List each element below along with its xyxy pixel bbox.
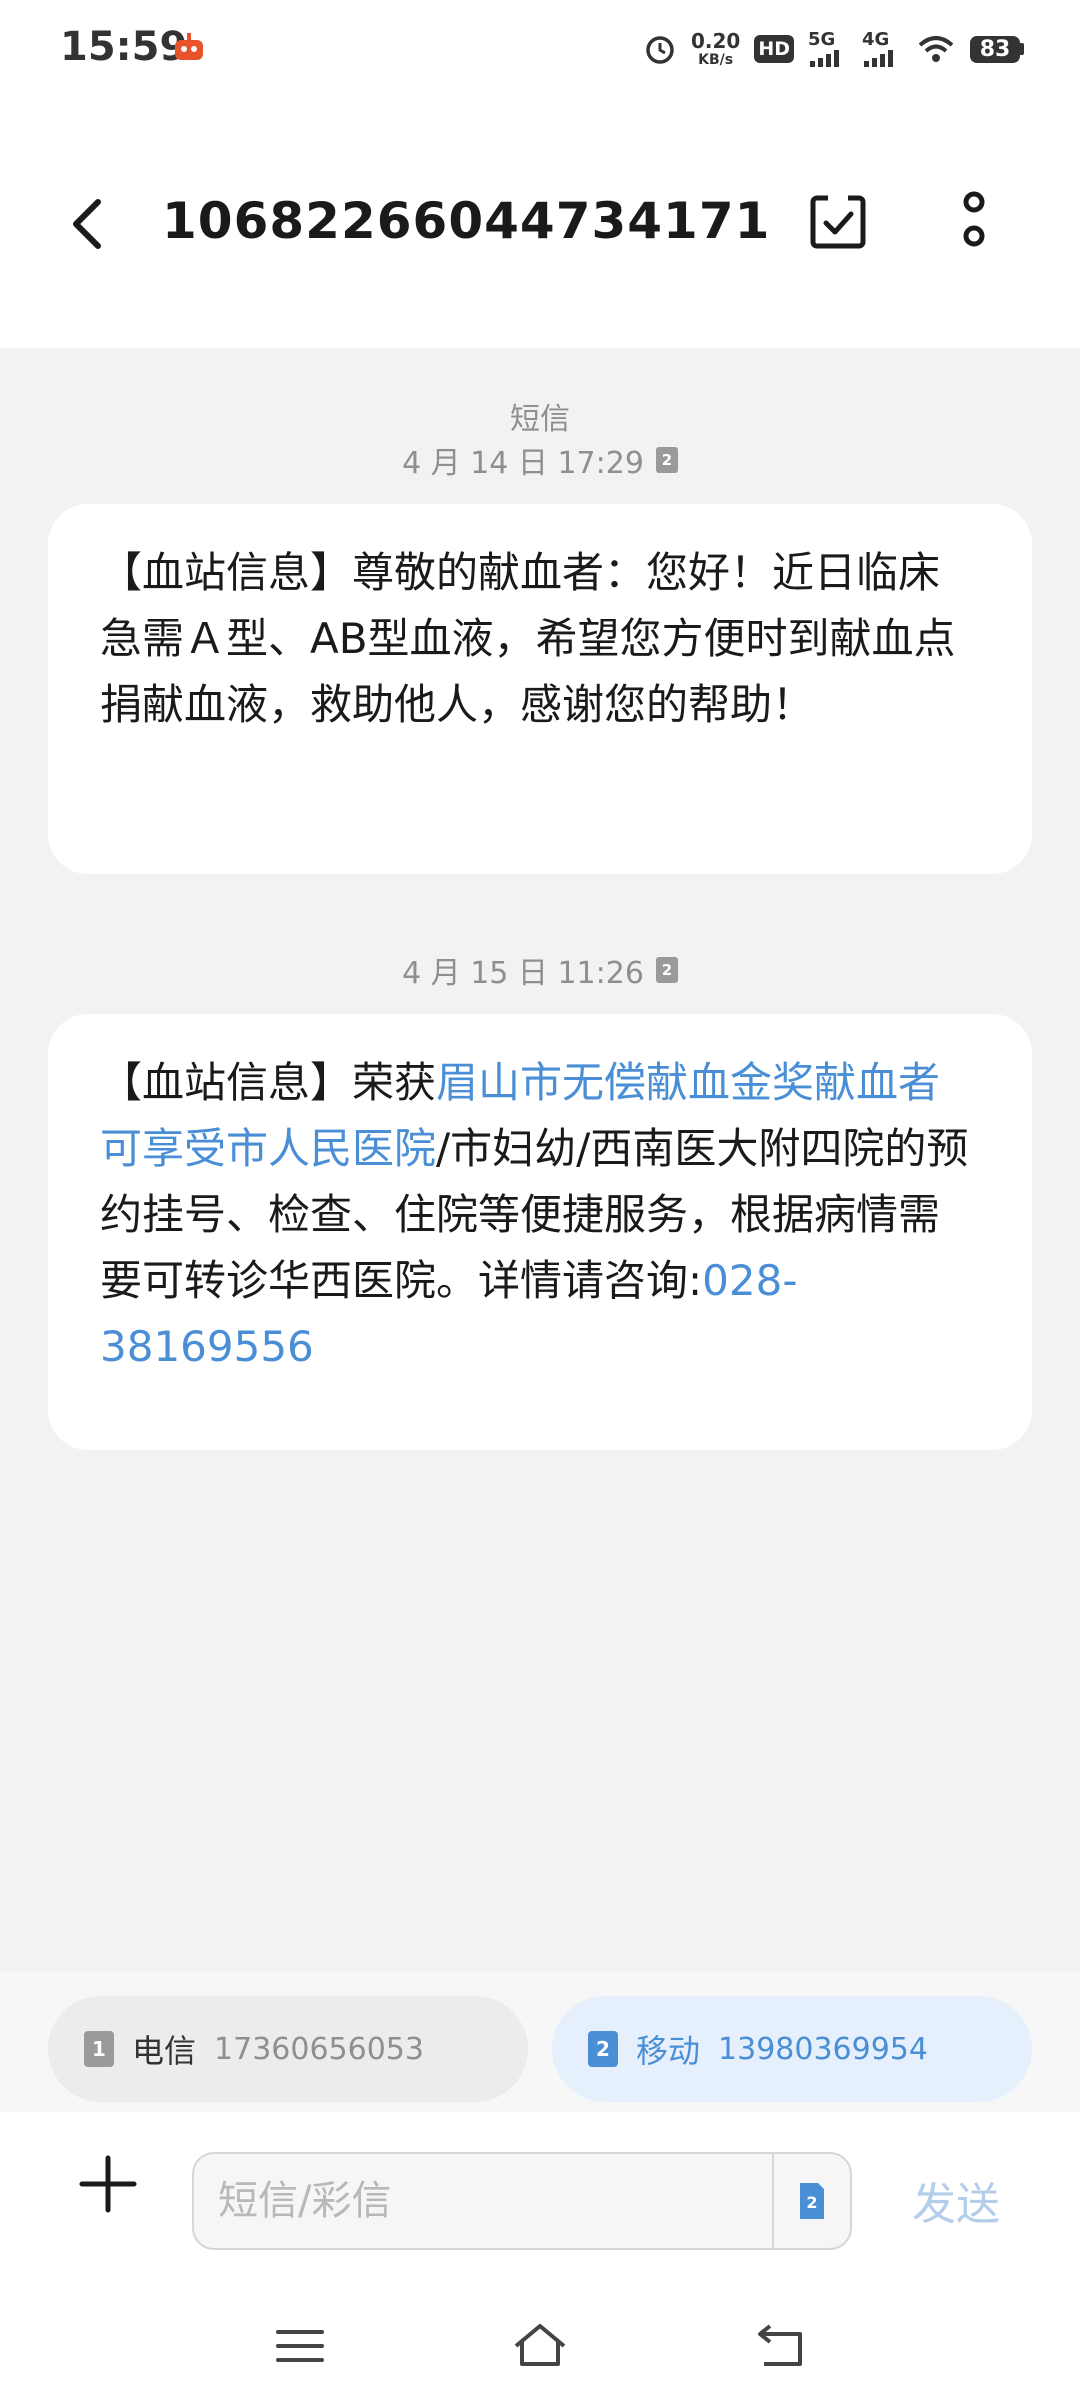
select-check-icon[interactable] xyxy=(806,190,870,254)
battery-level: 83 xyxy=(970,35,1020,63)
sim2-carrier: 移动 xyxy=(636,2032,701,2070)
sim1-button[interactable]: 1 电信 17360656053 xyxy=(48,1996,528,2102)
sim1-carrier: 电信 xyxy=(132,2032,197,2070)
sim-indicator-icon: 2 xyxy=(655,957,678,983)
message-text: 【血站信息】尊敬的献血者：您好！近日临床急需Ａ型、AB型血液，希望您方便时到献血… xyxy=(100,548,956,729)
signal-4g: 4G xyxy=(862,31,902,67)
message-type-label: 短信 xyxy=(510,402,570,437)
message-input[interactable] xyxy=(194,2154,770,2248)
sim-indicator-icon: 2 xyxy=(655,447,678,473)
svg-text:2: 2 xyxy=(806,2193,817,2212)
sim-selector: 1 电信 17360656053 2 移动 13980369954 xyxy=(0,1972,1080,2112)
back-icon[interactable] xyxy=(752,2316,812,2376)
message-timestamp: 4 月 14 日 17:29 xyxy=(402,446,644,481)
sim2-button[interactable]: 2 移动 13980369954 xyxy=(552,1996,1032,2102)
status-bar: 15:59 0.20 KB/s HD 5G 4G 83 xyxy=(0,0,1080,100)
message-bubble[interactable]: 【血站信息】尊敬的献血者：您好！近日临床急需Ａ型、AB型血液，希望您方便时到献血… xyxy=(48,504,1032,874)
send-button[interactable]: 发送 xyxy=(912,2168,1000,2232)
message-list[interactable]: 短信 4 月 14 日 17:29 2 【血站信息】尊敬的献血者：您好！近日临床… xyxy=(0,348,1080,1972)
wifi-icon xyxy=(918,36,954,62)
app-notification-icon xyxy=(175,33,203,60)
message-bubble[interactable]: 【血站信息】荣获眉山市无偿献血金奖献血者可享受市人民医院/市妇幼/西南医大附四院… xyxy=(48,1014,1032,1450)
alarm-icon xyxy=(646,36,674,64)
message-text: 【血站信息】荣获 xyxy=(100,1058,437,1107)
input-sim-switch[interactable]: 2 xyxy=(772,2154,850,2248)
signal-bars-icon xyxy=(810,50,839,67)
net-speed-unit: KB/s xyxy=(698,52,734,68)
status-time: 15:59 xyxy=(60,24,188,70)
net-speed-value: 0.20 xyxy=(690,29,741,53)
sim2-number: 13980369954 xyxy=(718,2031,928,2067)
battery-indicator: 83 xyxy=(970,35,1024,63)
sim2-switch-icon: 2 xyxy=(800,2183,824,2219)
add-attachment-icon[interactable] xyxy=(76,2152,140,2216)
system-nav-bar xyxy=(0,2292,1080,2404)
conversation-header: 10682266044734171 xyxy=(0,100,1080,348)
sim2-icon: 2 xyxy=(588,2031,618,2067)
menu-icon[interactable] xyxy=(270,2316,330,2376)
signal-bars-icon xyxy=(864,50,893,67)
home-icon[interactable] xyxy=(510,2316,570,2376)
back-arrow-icon[interactable] xyxy=(58,192,122,256)
hd-badge: HD xyxy=(754,35,794,63)
more-vertical-icon[interactable] xyxy=(944,188,1004,258)
sim1-icon: 1 xyxy=(84,2031,114,2067)
net-speed: 0.20 KB/s xyxy=(691,31,740,67)
compose-bar: 2 发送 xyxy=(0,2112,1080,2292)
signal-5g: 5G xyxy=(808,31,848,67)
sim1-number: 17360656053 xyxy=(214,2031,424,2067)
conversation-title: 10682266044734171 xyxy=(162,192,771,250)
message-timestamp: 4 月 15 日 11:26 xyxy=(402,956,644,991)
message-input-box[interactable]: 2 xyxy=(192,2152,852,2250)
